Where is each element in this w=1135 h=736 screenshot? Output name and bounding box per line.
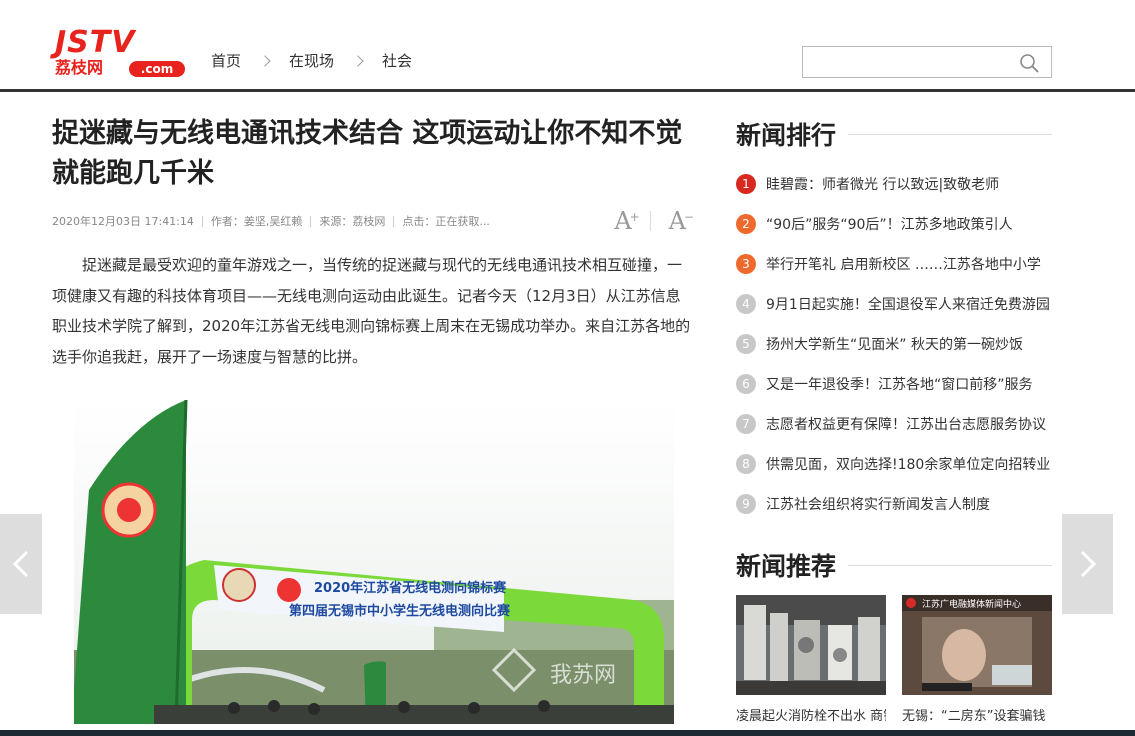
ranking-item[interactable]: 2 “90后”服务“90后”！江苏多地政策引人	[736, 204, 1052, 244]
chevron-right-icon	[1080, 550, 1096, 578]
ranking-item[interactable]: 5 扬州大学新生“见面米” 秋天的第一碗炒饭	[736, 324, 1052, 364]
article-body: 捉迷藏是最受欢迎的童年游戏之一，当传统的捉迷藏与现代的无线电通讯技术相互碰撞，一…	[52, 256, 691, 366]
section-divider	[848, 564, 1052, 566]
font-size-controls: A + A −	[614, 206, 694, 236]
rank-badge: 6	[736, 374, 756, 394]
recommend-cards: 凌晨起火消防栓不出水 商铺 江苏广电融媒体新闻中心 无锡：“二房东”设套骗钱	[736, 595, 1052, 724]
recommend-card[interactable]: 江苏广电融媒体新闻中心 无锡：“二房东”设套骗钱	[902, 595, 1052, 724]
ranking-item[interactable]: 7 志愿者权益更有保障！江苏出台志愿服务协议	[736, 404, 1052, 444]
ranking-title: 新闻排行	[736, 121, 837, 150]
chevron-right-icon	[259, 55, 271, 67]
section-divider	[848, 133, 1052, 135]
recommend-thumbnail: 江苏广电融媒体新闻中心	[902, 595, 1052, 695]
site-logo[interactable]: JSTV 荔枝网 .com	[55, 28, 185, 80]
recommend-card-title: 凌晨起火消防栓不出水 商铺	[736, 709, 886, 724]
recommend-thumbnail	[736, 595, 886, 695]
rank-badge: 5	[736, 334, 756, 354]
ranking-item[interactable]: 4 9月1日起实施！全国退役军人来宿迁免费游园	[736, 284, 1052, 324]
rank-badge: 4	[736, 294, 756, 314]
font-increase-button[interactable]: A +	[614, 206, 639, 236]
breadcrumb-society[interactable]: 社会	[382, 50, 412, 72]
article-date: 2020年12月03日 17:41:14	[52, 215, 194, 228]
ranking-item[interactable]: 9 江苏社会组织将实行新闻发言人制度	[736, 484, 1052, 524]
thumbnail-caption: 江苏广电融媒体新闻中心	[922, 598, 1021, 610]
article-photo: 2020年江苏省无线电测向锦标赛 第四届无锡市中小学生无线电测向比赛 我苏网	[74, 400, 674, 724]
meta-divider	[310, 215, 312, 227]
rank-badge: 8	[736, 454, 756, 474]
photo-scene: 2020年江苏省无线电测向锦标赛 第四届无锡市中小学生无线电测向比赛 我苏网	[74, 400, 674, 724]
site-header: JSTV 荔枝网 .com 首页 在现场 社会	[0, 0, 1135, 92]
article-meta: 2020年12月03日 17:41:14 作者：姜坚,吴红赖 来源：荔枝网 点击…	[52, 206, 694, 236]
rank-badge: 3	[736, 254, 756, 274]
ranking-item-title: 扬州大学新生“见面米” 秋天的第一碗炒饭	[766, 337, 1023, 353]
ranking-item[interactable]: 1 眭碧霞：师者微光 行以致远|致敬老师	[736, 164, 1052, 204]
news-ranking: 新闻排行 1 眭碧霞：师者微光 行以致远|致敬老师 2 “90后”服务“90后”！江…	[736, 114, 1052, 524]
logo-wordmark: JSTV	[55, 25, 136, 60]
breadcrumb-scene[interactable]: 在现场	[289, 50, 334, 72]
ranking-item[interactable]: 3 举行开笔礼 启用新校区 ……江苏各地中小学	[736, 244, 1052, 284]
meta-divider	[393, 215, 395, 227]
photo-watermark: 我苏网	[550, 663, 616, 688]
ranking-item[interactable]: 6 又是一年退役季！江苏各地“窗口前移”服务	[736, 364, 1052, 404]
chevron-right-icon	[352, 55, 364, 67]
article-source: 来源：荔枝网	[319, 215, 386, 228]
logo-suffix: .com	[129, 61, 185, 77]
article-clicks: 点击：正在获取...	[402, 215, 490, 228]
rank-badge: 2	[736, 214, 756, 234]
banner-line-2: 第四届无锡市中小学生无线电测向比赛	[289, 603, 511, 619]
breadcrumb: 首页 在现场 社会	[211, 50, 412, 72]
recommend-header: 新闻推荐	[736, 545, 1052, 585]
ranking-item-title: 供需见面，双向选择!180余家单位定向招转业	[766, 457, 1051, 473]
ranking-item-title: 9月1日起实施！全国退役军人来宿迁免费游园	[766, 297, 1050, 313]
article-title: 捉迷藏与无线电通讯技术结合 这项运动让你不知不觉就能跑几千米	[52, 118, 683, 189]
ranking-item-title: 眭碧霞：师者微光 行以致远|致敬老师	[766, 177, 1000, 193]
ranking-header: 新闻排行	[736, 114, 1052, 154]
rank-badge: 9	[736, 494, 756, 514]
font-control-divider	[649, 211, 651, 231]
ranking-item[interactable]: 8 供需见面，双向选择!180余家单位定向招转业	[736, 444, 1052, 484]
next-article-button[interactable]	[1062, 514, 1113, 614]
ranking-item-title: “90后”服务“90后”！江苏多地政策引人	[766, 217, 1013, 233]
ranking-item-title: 江苏社会组织将实行新闻发言人制度	[766, 497, 990, 513]
breadcrumb-home[interactable]: 首页	[211, 50, 241, 72]
font-decrease-button[interactable]: A −	[669, 206, 694, 236]
search-icon[interactable]	[1019, 53, 1039, 73]
ranking-item-title: 又是一年退役季！江苏各地“窗口前移”服务	[766, 377, 1033, 393]
chevron-left-icon	[12, 550, 29, 578]
meta-divider	[201, 215, 203, 227]
article: 捉迷藏与无线电通讯技术结合 这项运动让你不知不觉就能跑几千米 2020年12月0…	[52, 114, 694, 372]
prev-article-button[interactable]	[0, 514, 42, 614]
logo-chinese: 荔枝网	[55, 58, 104, 77]
article-author: 作者：姜坚,吴红赖	[210, 215, 303, 228]
search-input[interactable]	[809, 51, 1009, 73]
ranking-list: 1 眭碧霞：师者微光 行以致远|致敬老师 2 “90后”服务“90后”！江苏多地政策…	[736, 164, 1052, 524]
recommend-title: 新闻推荐	[736, 552, 837, 581]
recommend-card[interactable]: 凌晨起火消防栓不出水 商铺	[736, 595, 886, 724]
rank-badge: 7	[736, 414, 756, 434]
banner-line-1: 2020年江苏省无线电测向锦标赛	[314, 580, 507, 596]
news-recommend: 新闻推荐 凌晨起火消防栓不出水 商铺 江苏广电融媒体新闻中心 无锡：“二房东”设…	[736, 545, 1052, 724]
search-box	[802, 46, 1052, 78]
bottom-bar	[0, 730, 1135, 736]
recommend-card-title: 无锡：“二房东”设套骗钱	[902, 709, 1046, 724]
ranking-item-title: 举行开笔礼 启用新校区 ……江苏各地中小学	[766, 257, 1041, 273]
rank-badge: 1	[736, 174, 756, 194]
ranking-item-title: 志愿者权益更有保障！江苏出台志愿服务协议	[766, 417, 1046, 433]
